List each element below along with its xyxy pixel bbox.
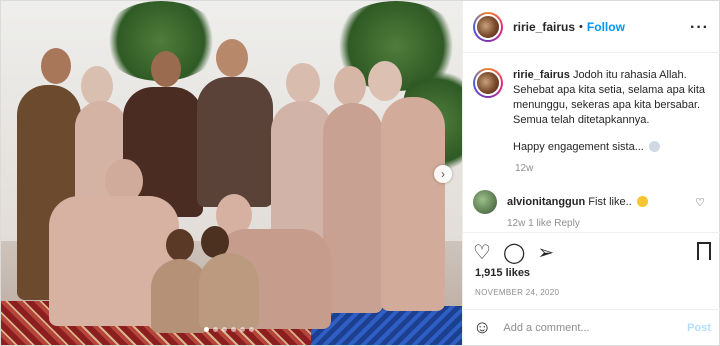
comments-section[interactable]: ririe_fairus Jodoh itu rahasia Allah. Se… [463, 54, 720, 232]
smiley-icon[interactable]: ☺ [473, 317, 491, 338]
avatar[interactable] [473, 190, 497, 214]
post-actions: ♡ ◯ ➢ [463, 232, 720, 272]
post-photo[interactable]: › [1, 1, 462, 345]
comment-input[interactable] [503, 321, 674, 334]
follow-button[interactable]: Follow [587, 20, 625, 34]
comment-icon[interactable]: ◯ [503, 243, 525, 263]
caption-timestamp: 12w [515, 163, 534, 174]
avatar[interactable] [473, 68, 503, 98]
carousel-dot [249, 327, 254, 332]
add-comment-bar: ☺ Post [463, 309, 720, 345]
fist-emoji-icon [636, 196, 648, 207]
carousel-indicator [204, 327, 254, 332]
chevron-right-icon: › [441, 167, 445, 181]
send-icon[interactable]: ➢ [537, 243, 554, 263]
avatar[interactable] [473, 11, 503, 42]
carousel-dot [213, 327, 218, 332]
comment-username[interactable]: alvionitanggun [507, 196, 585, 208]
ring-emoji-icon [648, 141, 660, 152]
comment: alvionitanggun Fist like.. ♡ [473, 190, 711, 214]
comment-like-heart-icon[interactable]: ♡ [695, 196, 705, 209]
comment-text: alvionitanggun Fist like.. [507, 196, 648, 208]
header-username[interactable]: ririe_fairus [513, 20, 575, 34]
caption: ririe_fairus Jodoh itu rahasia Allah. Se… [473, 68, 711, 155]
post-button[interactable]: Post [687, 322, 711, 334]
caption-username[interactable]: ririe_fairus [513, 69, 570, 81]
carousel-dot [231, 327, 236, 332]
post-header: ririe_fairus • Follow ··· [463, 1, 720, 53]
carousel-next-button[interactable]: › [434, 165, 452, 183]
carousel-dot [222, 327, 227, 332]
bookmark-icon[interactable] [697, 242, 711, 266]
post-side-panel: ririe_fairus • Follow ··· ririe_fairus J… [462, 1, 720, 345]
comment-meta: 12w 1 like Reply [507, 218, 580, 229]
caption-extra: Happy engagement sista... [513, 140, 711, 155]
carousel-dot [204, 327, 209, 332]
caption-text: ririe_fairus Jodoh itu rahasia Allah. Se… [513, 68, 711, 155]
more-horizontal-icon[interactable]: ··· [690, 19, 709, 37]
header-separator: • [579, 20, 583, 33]
heart-icon[interactable]: ♡ [473, 243, 491, 263]
instagram-post: › ririe_fairus • Follow ··· ririe_fairus [0, 0, 720, 346]
carousel-dot [240, 327, 245, 332]
post-date[interactable]: NOVEMBER 24, 2020 [475, 288, 559, 297]
likes-count[interactable]: 1,915 likes [475, 267, 530, 279]
comment-body: Fist like.. [588, 196, 632, 208]
